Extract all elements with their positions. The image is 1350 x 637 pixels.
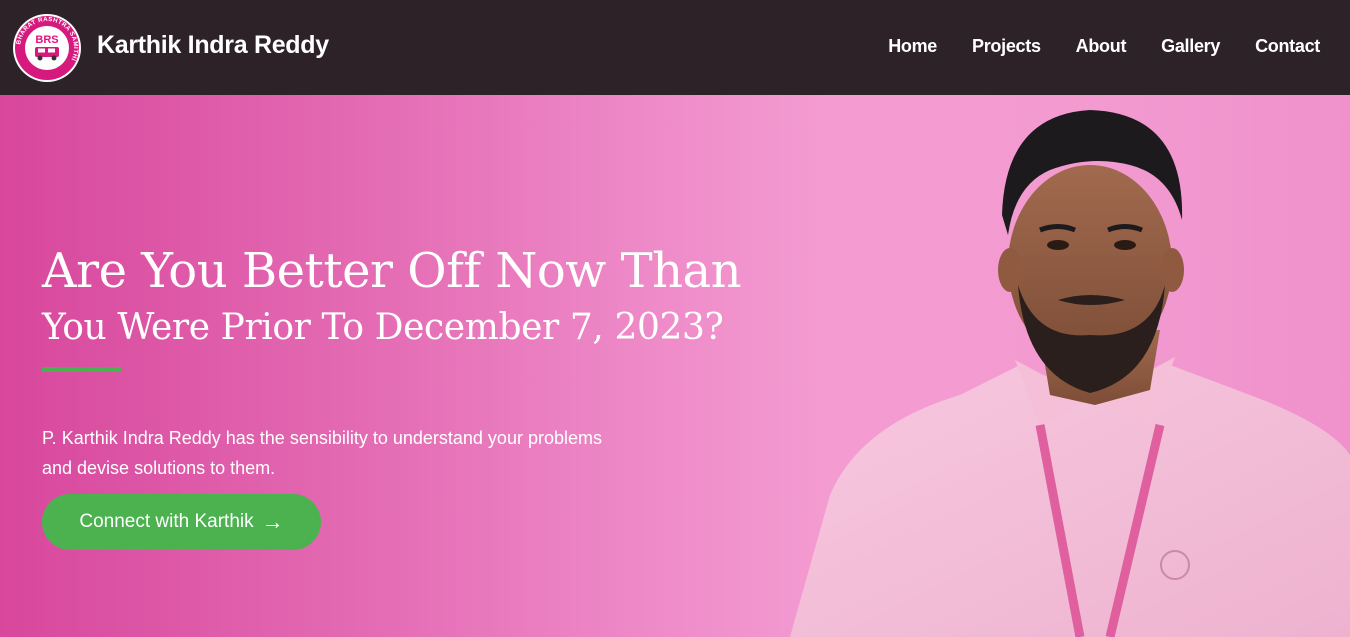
hero-headline: Are You Better Off Now Than [42,243,742,299]
hero-section: Are You Better Off Now Than You Were Pri… [0,95,1350,637]
nav-link-about[interactable]: About [1076,36,1127,57]
navbar: BHARAT RASHTRA SAMITHI BRS Karthik Indra… [0,0,1350,95]
connect-button[interactable]: Connect with Karthik → [42,494,321,550]
hero-description: P. Karthik Indra Reddy has the sensibili… [42,428,602,478]
connect-button-label: Connect with Karthik [79,511,254,532]
site-brand[interactable]: Karthik Indra Reddy [97,31,329,60]
nav-link-contact[interactable]: Contact [1255,36,1320,57]
main-nav: Home Projects About Gallery Contact [853,36,1320,57]
nav-link-home[interactable]: Home [888,36,937,57]
accent-divider [42,367,122,372]
logo-text: BRS [35,34,58,46]
person-portrait-image [790,110,1350,637]
nav-link-gallery[interactable]: Gallery [1161,36,1220,57]
hero-subheadline: You Were Prior To December 7, 2023? [42,307,724,348]
arrow-right-icon: → [261,509,284,534]
nav-link-projects[interactable]: Projects [972,36,1041,57]
brs-logo-icon[interactable]: BHARAT RASHTRA SAMITHI BRS [12,13,82,83]
